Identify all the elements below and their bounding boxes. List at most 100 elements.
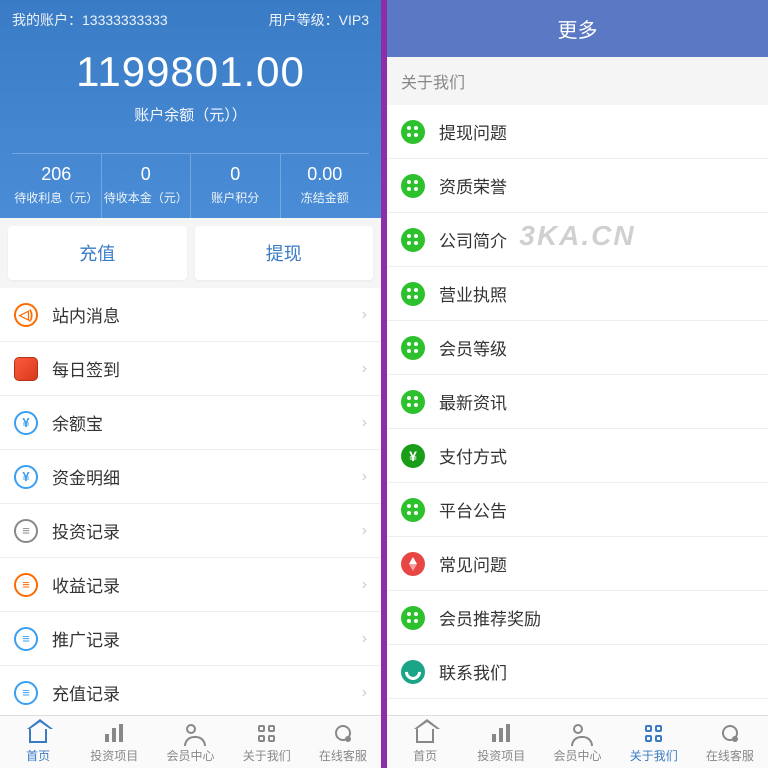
wechat-icon [401,336,425,360]
account-hero: 我的账户：13333333333 用户等级：VIP3 1199801.00 账户… [0,0,381,218]
item-label: 会员等级 [439,335,754,360]
headset-icon [332,722,354,744]
horn-icon: ◁) [14,303,38,327]
compass-icon [401,552,425,576]
list-item[interactable]: ¥余额宝› [0,396,381,450]
balance-amount: 1199801.00 [12,48,369,96]
list-item[interactable]: 常见问题 [387,537,768,591]
item-label: 投资记录 [52,518,362,543]
item-label: 会员推荐奖励 [439,605,754,630]
tab-person[interactable]: 会员中心 [152,722,228,764]
chevron-right-icon: › [362,630,367,648]
chevron-right-icon: › [362,468,367,486]
stats-row: 206待收利息（元） 0待收本金（元） 0账户积分 0.00冻结金额 [12,153,369,218]
more-pane: 更多 关于我们 提现问题资质荣誉公司简介营业执照会员等级最新资讯 ¥支付方式平台公… [387,0,768,768]
home-icon [27,722,49,744]
list-item[interactable]: ≡收益记录› [0,558,381,612]
list-item[interactable]: ≡推广记录› [0,612,381,666]
tab-bar-left: 首页 投资项目 会员中心 关于我们在线客服 [0,715,381,768]
item-label: 充值记录 [52,680,362,705]
tab-label: 关于我们 [630,747,678,764]
chevron-right-icon: › [362,522,367,540]
item-label: 最新资讯 [439,389,754,414]
tab-home[interactable]: 首页 [0,722,76,764]
tab-headset[interactable]: 在线客服 [692,722,768,764]
tab-label: 会员中心 [554,747,602,764]
grid-icon [256,722,278,744]
section-header: 关于我们 [387,57,768,105]
action-buttons: 充值 提现 [0,218,381,288]
item-label: 提现问题 [439,119,754,144]
yen-blue-icon: ¥ [14,465,38,489]
wechat-icon [401,282,425,306]
item-label: 收益记录 [52,572,362,597]
list-item[interactable]: ≡ 投资记录› [0,504,381,558]
square-icon [14,357,38,381]
bars-icon [103,722,125,744]
tab-label: 投资项目 [90,747,138,764]
tab-bars[interactable]: 投资项目 [463,722,539,764]
wechat-icon [401,120,425,144]
chevron-right-icon: › [362,414,367,432]
list-item[interactable]: 提现问题 [387,105,768,159]
page-title: 更多 [387,0,768,57]
list-item[interactable]: 最新资讯 [387,375,768,429]
tab-home[interactable]: 首页 [387,722,463,764]
account-pane: 我的账户：13333333333 用户等级：VIP3 1199801.00 账户… [0,0,381,768]
doc-blue-icon: ≡ [14,627,38,651]
item-label: 联系我们 [439,659,754,684]
tab-label: 首页 [26,747,50,764]
wechat-icon [401,390,425,414]
list-item[interactable]: 每日签到› [0,342,381,396]
list-item[interactable]: ≡充值记录› [0,666,381,720]
item-label: 站内消息 [52,302,362,327]
list-item[interactable]: 营业执照 [387,267,768,321]
chevron-right-icon: › [362,306,367,324]
chevron-right-icon: › [362,576,367,594]
recharge-button[interactable]: 充值 [8,226,187,280]
item-label: 资金明细 [52,464,362,489]
tab-label: 首页 [413,747,437,764]
account-info: 我的账户：13333333333 [12,10,168,30]
wechat-icon [401,498,425,522]
tab-grid[interactable]: 关于我们 [616,722,692,764]
menu-list-left: ◁)站内消息›每日签到›¥余额宝›¥资金明细›≡投资记录›≡收益记录›≡推广记录… [0,288,381,768]
list-item[interactable]: 会员等级 [387,321,768,375]
stat-interest[interactable]: 206待收利息（元） [12,154,102,218]
wechat-icon [401,228,425,252]
list-item[interactable]: 公司简介 [387,213,768,267]
withdraw-button[interactable]: 提现 [195,226,374,280]
list-item[interactable]: ◁) 站内消息› [0,288,381,342]
item-label: 公司简介 [439,227,754,252]
chevron-right-icon: › [362,360,367,378]
yen-blue-icon: ¥ [14,411,38,435]
stat-principal[interactable]: 0待收本金（元） [102,154,192,218]
list-item[interactable]: 会员推荐奖励 [387,591,768,645]
item-label: 每日签到 [52,356,362,381]
person-icon [180,722,202,744]
wechat-icon [401,174,425,198]
tab-person[interactable]: 会员中心 [539,722,615,764]
stat-frozen[interactable]: 0.00冻结金额 [281,154,370,218]
list-item[interactable]: 平台公告 [387,483,768,537]
doc-gray-icon: ≡ [14,519,38,543]
tab-label: 关于我们 [243,747,291,764]
tab-label: 会员中心 [167,747,215,764]
tab-bars[interactable]: 投资项目 [76,722,152,764]
stat-points[interactable]: 0账户积分 [191,154,281,218]
tab-label: 投资项目 [477,747,525,764]
list-item[interactable]: 资质荣誉 [387,159,768,213]
wechat-icon [401,606,425,630]
list-item[interactable]: ¥ 资金明细› [0,450,381,504]
tab-headset[interactable]: 在线客服 [305,722,381,764]
person-icon [567,722,589,744]
item-label: 支付方式 [439,443,754,468]
tab-bar-right: 首页 投资项目 会员中心 关于我们 在线客服 [387,715,768,768]
list-item[interactable]: ¥支付方式 [387,429,768,483]
item-label: 营业执照 [439,281,754,306]
tab-grid[interactable]: 关于我们 [229,722,305,764]
vip-level: 用户等级：VIP3 [269,10,369,30]
list-item[interactable]: 联系我们 [387,645,768,699]
grid-icon [643,722,665,744]
tab-label: 在线客服 [706,747,754,764]
